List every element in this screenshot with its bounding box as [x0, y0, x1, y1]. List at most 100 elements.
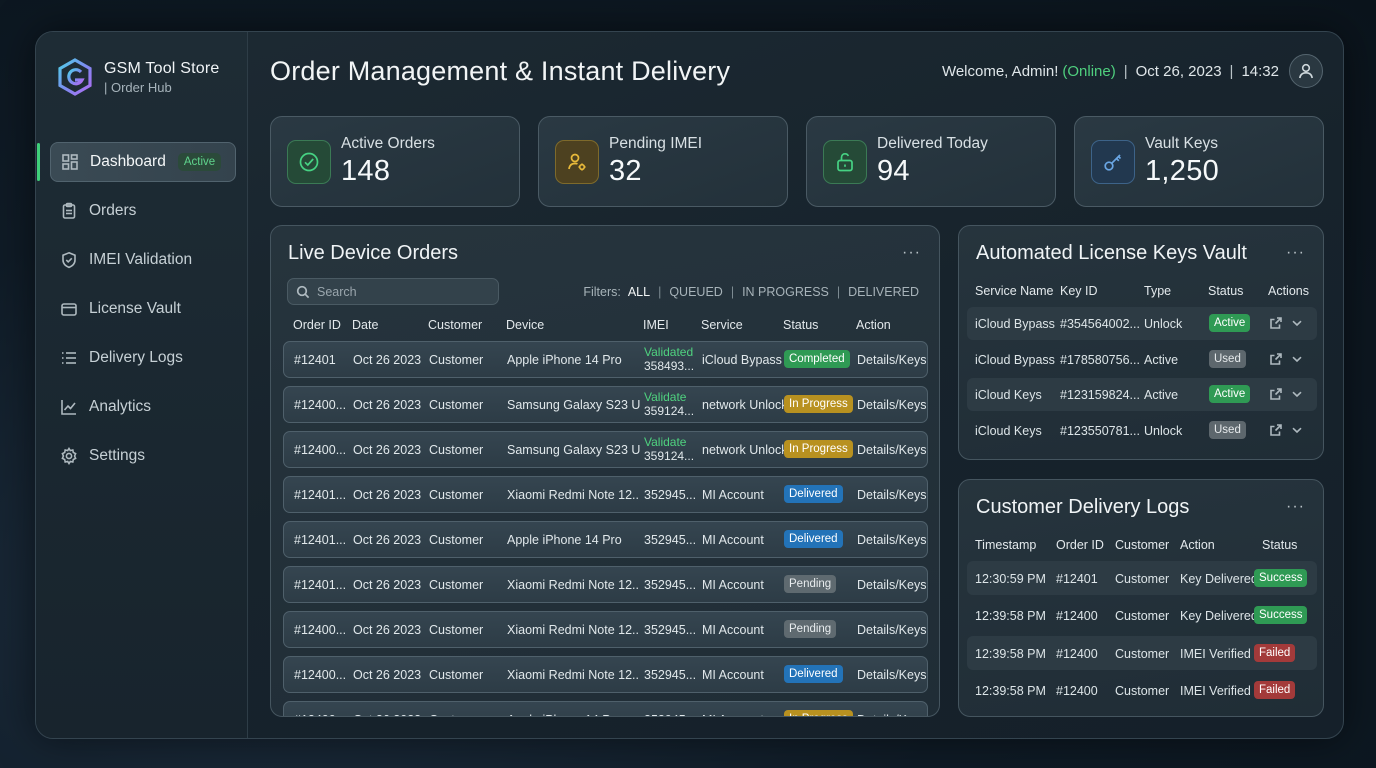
details-keys-link[interactable]: Details/Keys: [857, 488, 926, 502]
avatar[interactable]: [1289, 54, 1323, 88]
sidebar-item-analytics[interactable]: Analytics: [50, 387, 236, 427]
sidebar-item-license-vault[interactable]: License Vault: [50, 289, 236, 329]
more-menu-button[interactable]: ···: [902, 244, 921, 262]
details-keys-link[interactable]: Details/Keys: [857, 623, 926, 637]
filter-queued[interactable]: QUEUED: [669, 285, 722, 299]
stat-icon-wrap: [823, 139, 867, 184]
col-device[interactable]: Device: [506, 318, 544, 332]
details-keys-link[interactable]: Details/Keys: [857, 713, 926, 716]
order-date: Oct 26 2023: [353, 713, 421, 716]
stat-card-vault-keys[interactable]: Vault Keys 1,250: [1074, 116, 1324, 207]
more-menu-button[interactable]: ···: [1286, 244, 1305, 262]
table-row[interactable]: #12400... Oct 26 2023 Customer Samsung Gala…: [283, 431, 928, 468]
order-device: Apple iPhone 14 Pro: [507, 353, 622, 367]
search-input[interactable]: [317, 284, 487, 299]
stat-card-pending-imei[interactable]: Pending IMEI 32: [538, 116, 788, 207]
stat-card-active-orders[interactable]: Active Orders 148: [270, 116, 520, 207]
stat-label: Pending IMEI: [609, 135, 703, 152]
table-row[interactable]: 12:39:58 PM #12400 Customer Key Delivered Su…: [967, 598, 1317, 632]
key-type: Unlock: [1144, 423, 1183, 438]
order-device: Apple iPhone 14 Pro: [507, 713, 622, 716]
col-status[interactable]: Status: [1262, 538, 1297, 552]
filter-all[interactable]: ALL: [628, 285, 650, 299]
chevron-down-icon[interactable]: [1290, 423, 1304, 437]
col-timestamp[interactable]: Timestamp: [975, 538, 1036, 552]
stat-card-delivered-today[interactable]: Delivered Today 94: [806, 116, 1056, 207]
table-row[interactable]: #12401... Oct 26 2023 Customer Xiaomi Redmi…: [283, 476, 928, 513]
search-box[interactable]: [287, 278, 499, 305]
table-row[interactable]: iCloud Keys #123550781... Unlock Used: [967, 414, 1317, 447]
order-service: network Unlock: [702, 398, 788, 412]
table-row[interactable]: #12400... Oct 26 2023 Customer Xiaomi Redmi…: [283, 656, 928, 693]
sidebar-item-settings[interactable]: Settings: [50, 436, 236, 476]
table-row[interactable]: #12400... Oct 26 2023 Customer Apple iPhone…: [283, 701, 928, 716]
filter-delivered[interactable]: DELIVERED: [848, 285, 919, 299]
stat-label: Active Orders: [341, 135, 435, 152]
sidebar-item-imei-validation[interactable]: IMEI Validation: [50, 240, 236, 280]
clipboard-icon: [62, 202, 76, 219]
order-date: Oct 26 2023: [353, 623, 422, 637]
status-badge: Used: [1209, 420, 1246, 439]
col-order-id[interactable]: Order ID: [1056, 538, 1104, 552]
filter-bar: Filters: ALL | QUEUED | IN PROGRESS | DE…: [583, 285, 921, 299]
table-row[interactable]: #12401... Oct 26 2023 Customer Apple iPhone…: [283, 521, 928, 558]
col-service[interactable]: Service: [701, 318, 743, 332]
filter-in-progress[interactable]: IN PROGRESS: [742, 285, 829, 299]
table-row[interactable]: iCloud Keys #123159824... Active Active: [967, 378, 1317, 411]
col-order-id[interactable]: Order ID: [293, 318, 341, 332]
table-row[interactable]: iCloud Bypass #354564002... Unlock Active: [967, 307, 1317, 340]
col-status[interactable]: Status: [783, 318, 818, 332]
col-action[interactable]: Action: [856, 318, 891, 332]
table-row[interactable]: #12400... Oct 26 2023 Customer Samsung Gala…: [283, 386, 928, 423]
table-row[interactable]: 12:30:59 PM #12401 Customer Key Delivered Su…: [967, 561, 1317, 595]
sidebar-item-dashboard[interactable]: Dashboard Active: [37, 142, 236, 182]
divider: |: [836, 285, 841, 299]
order-id: #12400...: [294, 398, 347, 412]
key-id: #354564002...: [1060, 317, 1140, 331]
col-action[interactable]: Action: [1180, 538, 1215, 552]
details-keys-link[interactable]: Details/Keys: [857, 533, 926, 547]
imei-validated: Validated: [644, 345, 694, 359]
active-badge: Active: [177, 153, 222, 171]
stat-value: 32: [609, 155, 642, 187]
col-date[interactable]: Date: [352, 318, 378, 332]
status-badge: Delivered: [784, 665, 843, 683]
table-row[interactable]: #12401... Oct 26 2023 Customer Xiaomi Redmi…: [283, 566, 928, 603]
order-id: #12401...: [294, 578, 347, 592]
log-customer: Customer: [1115, 683, 1170, 698]
table-row[interactable]: iCloud Bypass #178580756... Active Used: [967, 343, 1317, 376]
details-keys-link[interactable]: Details/Keys: [857, 398, 926, 412]
log-customer: Customer: [1115, 609, 1170, 624]
table-row[interactable]: 12:39:58 PM #12400 Customer IMEI Verified Fa…: [967, 635, 1317, 670]
col-service-name[interactable]: Service Name: [975, 284, 1054, 298]
col-imei[interactable]: IMEI: [643, 318, 669, 332]
col-customer[interactable]: Customer: [1115, 538, 1169, 552]
chevron-down-icon[interactable]: [1290, 352, 1304, 366]
col-actions[interactable]: Actions: [1268, 284, 1309, 298]
sidebar-item-label: Settings: [89, 447, 146, 464]
col-key-id[interactable]: Key ID: [1060, 284, 1098, 298]
order-customer: Customer: [429, 353, 484, 367]
order-device: Xiaomi Redmi Note 12...: [507, 578, 640, 592]
table-row[interactable]: #12400... Oct 26 2023 Customer Xiaomi Redmi…: [283, 611, 928, 648]
chevron-down-icon[interactable]: [1290, 387, 1304, 401]
details-keys-link[interactable]: Details/Keys: [857, 578, 926, 592]
table-row[interactable]: #12401 Oct 26 2023 Customer Apple iPhone 14…: [283, 341, 928, 378]
sidebar-item-orders[interactable]: Orders: [50, 191, 236, 231]
col-type[interactable]: Type: [1144, 284, 1171, 298]
delivery-logs-panel: Customer Delivery Logs ··· Timestamp Ord…: [958, 479, 1324, 717]
table-row[interactable]: 12:39:58 PM #12400 Customer IMEI Verified Fa…: [967, 673, 1317, 707]
details-keys-link[interactable]: Details/Keys: [857, 443, 926, 457]
col-customer[interactable]: Customer: [428, 318, 482, 332]
external-link-icon[interactable]: [1269, 316, 1283, 330]
more-menu-button[interactable]: ···: [1286, 498, 1305, 516]
sidebar-item-delivery-logs[interactable]: Delivery Logs: [50, 338, 236, 378]
col-status[interactable]: Status: [1208, 284, 1243, 298]
details-keys-link[interactable]: Details/Keys: [857, 668, 926, 682]
order-device: Xiaomi Redmi Note 12...: [507, 623, 640, 637]
details-keys-link[interactable]: Details/Keys: [857, 353, 926, 367]
external-link-icon[interactable]: [1269, 423, 1283, 437]
external-link-icon[interactable]: [1269, 387, 1283, 401]
chevron-down-icon[interactable]: [1290, 316, 1304, 330]
external-link-icon[interactable]: [1269, 352, 1283, 366]
